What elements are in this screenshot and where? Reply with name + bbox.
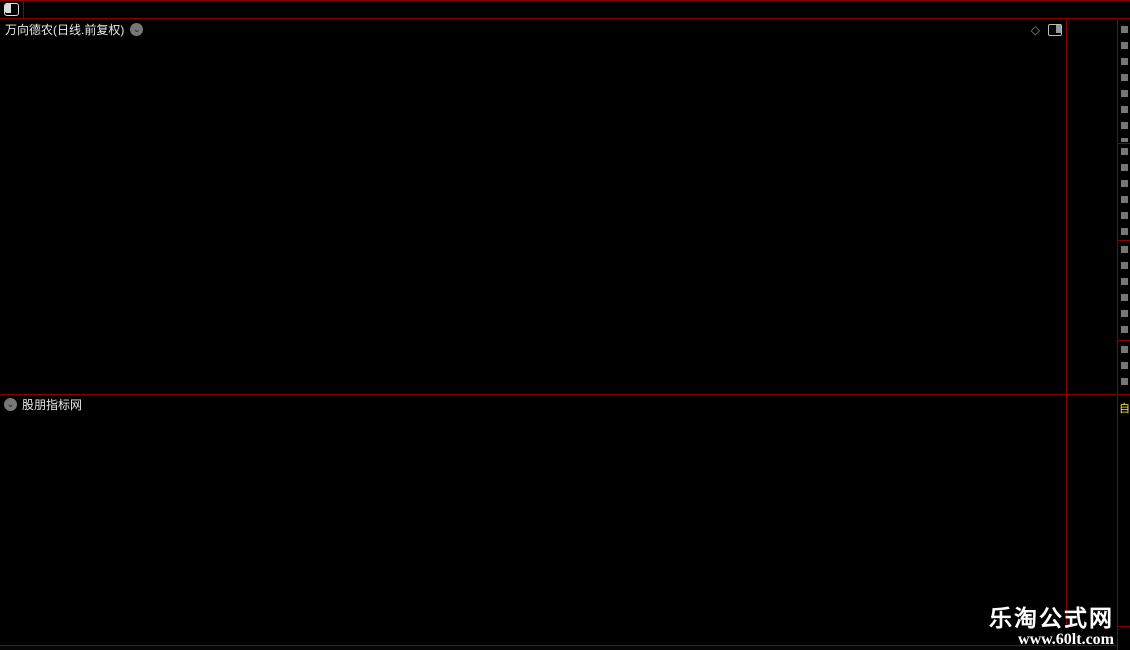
window-layout-icon[interactable] bbox=[4, 3, 19, 16]
time-axis bbox=[0, 626, 1116, 645]
toolbar-divider bbox=[23, 1, 24, 18]
indicator-chevron-icon[interactable]: ⌄ bbox=[4, 398, 17, 411]
strip-divider bbox=[1118, 626, 1130, 627]
strip-divider bbox=[1118, 340, 1130, 341]
split-panel-icon[interactable] bbox=[1048, 23, 1062, 36]
strip-divider bbox=[1118, 143, 1130, 144]
indicator-price-axis bbox=[1067, 413, 1116, 626]
indicator-chart[interactable] bbox=[0, 413, 1066, 626]
strip-divider bbox=[1118, 240, 1130, 241]
diamond-icon[interactable]: ◇ bbox=[1031, 23, 1040, 37]
strip-glyphs bbox=[1121, 246, 1128, 338]
watermark-url: www.60lt.com bbox=[1018, 631, 1114, 648]
strip-glyphs bbox=[1121, 346, 1128, 392]
indicator-header: ⌄ 股朋指标网 bbox=[0, 396, 1066, 413]
strip-section-char: 自 bbox=[1119, 403, 1130, 415]
strip-divider bbox=[1118, 394, 1130, 395]
top-toolbar bbox=[0, 0, 1130, 19]
axis-separator bbox=[1066, 20, 1067, 645]
chart-title-bar: 万向德农(日线.前复权) ⌄ ◇ bbox=[0, 20, 1116, 39]
indicator-svg[interactable] bbox=[0, 413, 1066, 626]
watermark: 乐淘公式网 www.60lt.com bbox=[989, 606, 1114, 649]
main-chart[interactable] bbox=[0, 39, 1066, 394]
strip-glyphs bbox=[1121, 26, 1128, 142]
indicator-source: 股朋指标网 bbox=[22, 398, 83, 412]
watermark-site-name: 乐淘公式网 bbox=[989, 606, 1114, 631]
main-candlestick-svg[interactable] bbox=[0, 39, 1066, 394]
page-title: 万向德农(日线.前复权) bbox=[5, 23, 125, 37]
main-price-axis bbox=[1067, 39, 1116, 395]
app-window: 万向德农(日线.前复权) ⌄ ◇ ⌄ 股朋指标网 自 乐淘公式网 www.60l… bbox=[0, 0, 1130, 650]
right-side-strip[interactable]: 自 bbox=[1117, 20, 1130, 650]
pane-separator bbox=[0, 394, 1116, 395]
title-icons: ◇ bbox=[1031, 23, 1062, 37]
strip-glyphs bbox=[1121, 148, 1128, 238]
chevron-down-icon[interactable]: ⌄ bbox=[130, 23, 144, 36]
bottom-cutoff-row bbox=[0, 646, 1130, 650]
